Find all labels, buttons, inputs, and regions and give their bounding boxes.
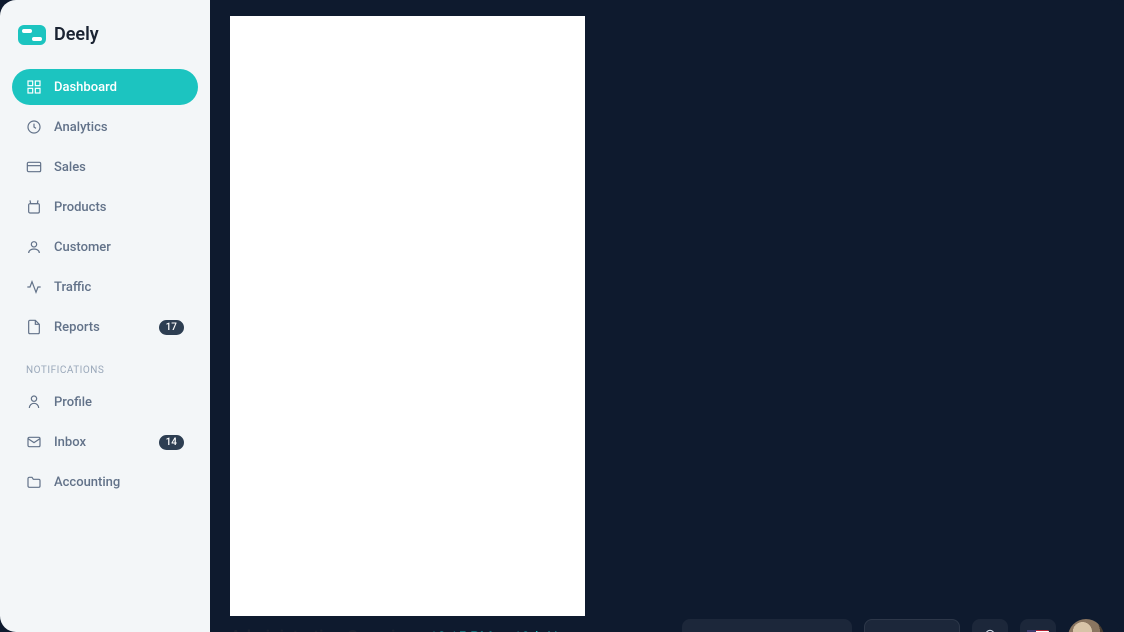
doc-icon bbox=[26, 319, 42, 335]
sidebar-item-label: Traffic bbox=[54, 280, 91, 295]
search-box[interactable] bbox=[682, 619, 852, 632]
card-icon bbox=[26, 159, 42, 175]
activity-icon bbox=[26, 279, 42, 295]
period-dropdown[interactable]: This Year bbox=[864, 619, 960, 632]
sidebar-item-label: Reports bbox=[54, 320, 100, 335]
sidebar-item-label: Products bbox=[54, 200, 106, 215]
user-icon bbox=[26, 239, 42, 255]
sidebar-item-inbox[interactable]: Inbox 14 bbox=[12, 424, 198, 460]
nav-badge: 17 bbox=[159, 320, 184, 335]
notifications-button[interactable] bbox=[972, 619, 1008, 632]
sidebar-item-accounting[interactable]: Accounting bbox=[12, 464, 198, 500]
sidebar-item-label: Profile bbox=[54, 395, 92, 410]
clock-icon bbox=[26, 119, 42, 135]
sidebar-item-label: Sales bbox=[54, 160, 86, 175]
mail-icon bbox=[26, 434, 42, 450]
locale-button[interactable] bbox=[1020, 619, 1056, 632]
page-title: Administration Overview bbox=[230, 627, 417, 632]
bag-icon bbox=[26, 199, 42, 215]
sidebar-item-label: Dashboard bbox=[54, 80, 117, 95]
brand: Deely bbox=[12, 16, 198, 69]
sidebar-item-traffic[interactable]: Traffic bbox=[12, 269, 198, 305]
sidebar-item-sales[interactable]: Sales bbox=[12, 149, 198, 185]
sidebar-item-profile[interactable]: Profile bbox=[12, 384, 198, 420]
brand-name: Deely bbox=[54, 24, 99, 45]
sidebar-item-label: Accounting bbox=[54, 475, 120, 490]
sidebar-item-label: Analytics bbox=[54, 120, 108, 135]
avatar[interactable] bbox=[1068, 619, 1104, 632]
sidebar-item-label: Inbox bbox=[54, 435, 86, 450]
grid-icon bbox=[26, 79, 42, 95]
sidebar-item-dashboard[interactable]: Dashboard bbox=[12, 69, 198, 105]
nav-section-label: NOTIFICATIONS bbox=[12, 349, 198, 384]
nav-badge: 14 bbox=[159, 435, 184, 450]
sidebar-item-reports[interactable]: Reports 17 bbox=[12, 309, 198, 345]
logo-icon bbox=[18, 25, 46, 45]
sidebar-item-customer[interactable]: Customer bbox=[12, 229, 198, 265]
topbar: Administration Overview 12:15 PM at 19th… bbox=[230, 616, 1104, 632]
sidebar-item-products[interactable]: Products bbox=[12, 189, 198, 225]
sidebar: Deely Dashboard Analytics Sales Products Cus… bbox=[0, 0, 210, 632]
sidebar-item-analytics[interactable]: Analytics bbox=[12, 109, 198, 145]
sidebar-item-label: Customer bbox=[54, 240, 111, 255]
main: Administration Overview 12:15 PM at 19th… bbox=[210, 0, 1124, 632]
person-icon bbox=[26, 394, 42, 410]
page-timestamp: 12:15 PM at 19th Nov bbox=[429, 628, 573, 632]
folder-icon bbox=[26, 474, 42, 490]
